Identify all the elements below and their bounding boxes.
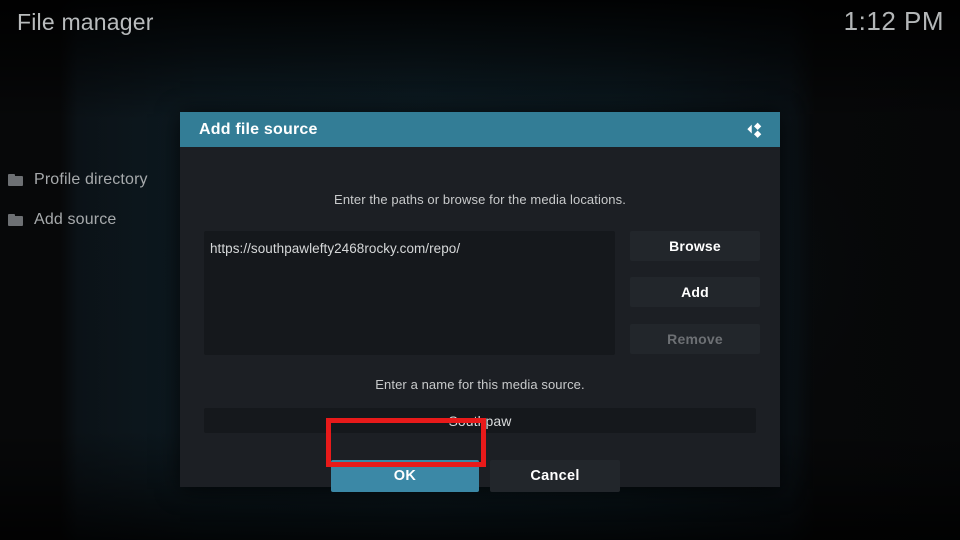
- sidebar-item-label: Add source: [34, 211, 117, 228]
- folder-icon: [8, 214, 23, 226]
- cancel-button[interactable]: Cancel: [490, 460, 620, 492]
- sidebar-item-add-source[interactable]: Add source: [8, 207, 116, 233]
- remove-button: Remove: [630, 324, 760, 354]
- folder-icon: [8, 174, 23, 186]
- add-file-source-dialog: Add file source Enter the paths or brows…: [180, 112, 780, 492]
- dialog-body: Enter the paths or browse for the media …: [180, 147, 780, 492]
- ok-button[interactable]: OK: [331, 460, 479, 492]
- source-name-input[interactable]: Southpaw: [204, 408, 756, 433]
- clock: 1:12 PM: [843, 6, 944, 36]
- paths-hint: Enter the paths or browse for the media …: [334, 192, 626, 207]
- paths-list[interactable]: https://southpawlefty2468rocky.com/repo/: [204, 231, 615, 355]
- dialog-titlebar: Add file source: [180, 112, 780, 147]
- page-title: File manager: [17, 9, 154, 35]
- sidebar-item-label: Profile directory: [34, 171, 148, 188]
- dialog-title: Add file source: [199, 120, 318, 138]
- sidebar-item-profile-directory[interactable]: Profile directory: [8, 167, 148, 193]
- browse-button[interactable]: Browse: [630, 231, 760, 261]
- kodi-screen: File manager 1:12 PM Profile directory A…: [0, 0, 960, 540]
- name-hint: Enter a name for this media source.: [375, 377, 585, 392]
- path-list-item[interactable]: https://southpawlefty2468rocky.com/repo/: [210, 237, 609, 259]
- kodi-logo-icon: [747, 122, 762, 138]
- add-button[interactable]: Add: [630, 277, 760, 307]
